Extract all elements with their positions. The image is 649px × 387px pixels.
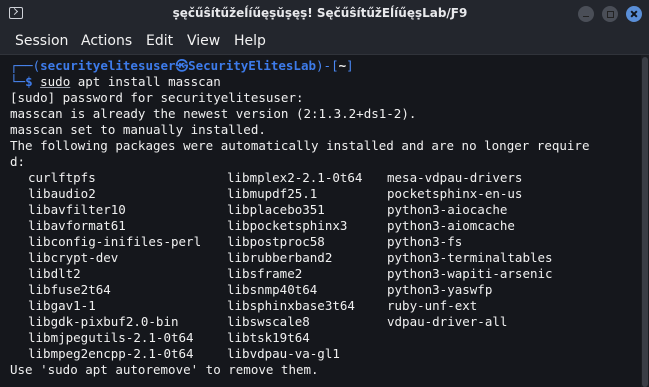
package-item: vdpau-driver-all [387, 314, 508, 329]
menu-session[interactable]: Session [15, 33, 68, 49]
package-item: libsphinxbase3t64 [227, 298, 355, 313]
package-item: libavfilter10 [28, 202, 126, 217]
package-item: libmjpegutils-2.1-0t64 [28, 330, 194, 345]
package-item: curlftpfs [28, 170, 96, 185]
maximize-icon[interactable] [602, 6, 618, 22]
package-item: python3-fs [387, 234, 463, 249]
prompt-end: ] [346, 58, 354, 73]
package-item: libavformat61 [28, 218, 126, 233]
output-line: d: [10, 154, 26, 169]
package-item: libcrypt-dev [28, 250, 119, 265]
package-item: libvdpau-va-gl1 [227, 346, 340, 361]
package-item: libfuse2t64 [28, 282, 111, 297]
package-item: libpocketsphinx3 [227, 218, 348, 233]
package-item: libconfig-inifiles-perl [28, 234, 202, 249]
package-item: libswscale8 [227, 314, 310, 329]
menu-help[interactable]: Help [234, 33, 266, 49]
menu-edit[interactable]: Edit [146, 33, 173, 49]
package-item: python3-aiocache [387, 202, 508, 217]
package-item: python3-terminaltables [387, 250, 553, 265]
menu-bar: Session Actions Edit View Help [0, 28, 649, 55]
window-title: ṣęčűŝítűžeĺíűęṣŭṣęṣ! SęčűŝítűžEĺíűęṣLab/… [172, 6, 468, 20]
package-item: librubberband2 [227, 250, 333, 265]
package-item: mesa-vdpau-drivers [387, 170, 523, 185]
package-item: libmupdf25.1 [227, 186, 318, 201]
package-item: libgdk-pixbuf2.0-bin [28, 314, 179, 329]
menu-actions[interactable]: Actions [81, 33, 132, 49]
package-item: libtsk19t64 [227, 330, 310, 345]
package-item: libdlt2 [28, 266, 81, 281]
prompt-directory: ~ [338, 58, 347, 73]
package-item: libsframe2 [227, 266, 303, 281]
title-bar[interactable]: ṣęčűŝítűžeĺíűęṣŭṣęṣ! SęčűŝítűžEĺíűęṣLab/… [0, 0, 649, 28]
package-item: libpostproc58 [227, 234, 325, 249]
scrollbar[interactable] [641, 55, 649, 387]
close-icon[interactable] [626, 6, 642, 22]
package-item: python3-wapiti-arsenic [387, 266, 553, 281]
prompt-dollar: $ [25, 74, 33, 89]
command-text: apt install masscan [70, 74, 221, 89]
terminal-window: ṣęčűŝítűžeĺíűęṣŭṣęṣ! SęčűŝítűžEĺíűęṣLab/… [0, 0, 649, 387]
minimize-icon[interactable] [578, 6, 594, 22]
package-item: libgav1-1 [28, 298, 96, 313]
command-sudo: sudo [40, 74, 71, 89]
output-line: masscan set to manually installed. [10, 122, 266, 137]
prompt-user-host: securityelitesuser㉿SecurityElitesLab [40, 58, 317, 73]
package-item: libaudio2 [28, 186, 96, 201]
terminal-output[interactable]: ┌──(securityelitesuser㉿SecurityElitesLab… [0, 55, 640, 387]
prompt-separator: )-[ [316, 58, 339, 73]
package-item: libplacebo351 [227, 202, 325, 217]
scrollbar-thumb[interactable] [642, 57, 648, 387]
terminal-icon[interactable] [9, 7, 23, 19]
prompt-line-1: ┌──(securityelitesuser㉿SecurityElitesLab… [10, 58, 354, 74]
menu-view[interactable]: View [187, 33, 220, 49]
output-line: The following packages were automaticall… [10, 138, 590, 153]
output-line: masscan is already the newest version (2… [10, 106, 417, 121]
package-item: python3-yaswfp [387, 282, 493, 297]
output-line: [sudo] password for securityelitesuser: [10, 90, 304, 105]
package-item: libmplex2-2.1-0t64 [227, 170, 363, 185]
prompt-line-2: └─$ sudo apt install masscan [10, 74, 221, 90]
package-item: ruby-unf-ext [387, 298, 478, 313]
output-footer: Use 'sudo apt autoremove' to remove them… [10, 362, 319, 377]
package-item: python3-aiomcache [387, 218, 515, 233]
package-item: libsnmp40t64 [227, 282, 318, 297]
prompt-corner: └─ [10, 74, 26, 89]
package-item: libmpeg2encpp-2.1-0t64 [28, 346, 194, 361]
prompt-prefix: ┌──( [10, 58, 41, 73]
package-item: pocketsphinx-en-us [387, 186, 523, 201]
